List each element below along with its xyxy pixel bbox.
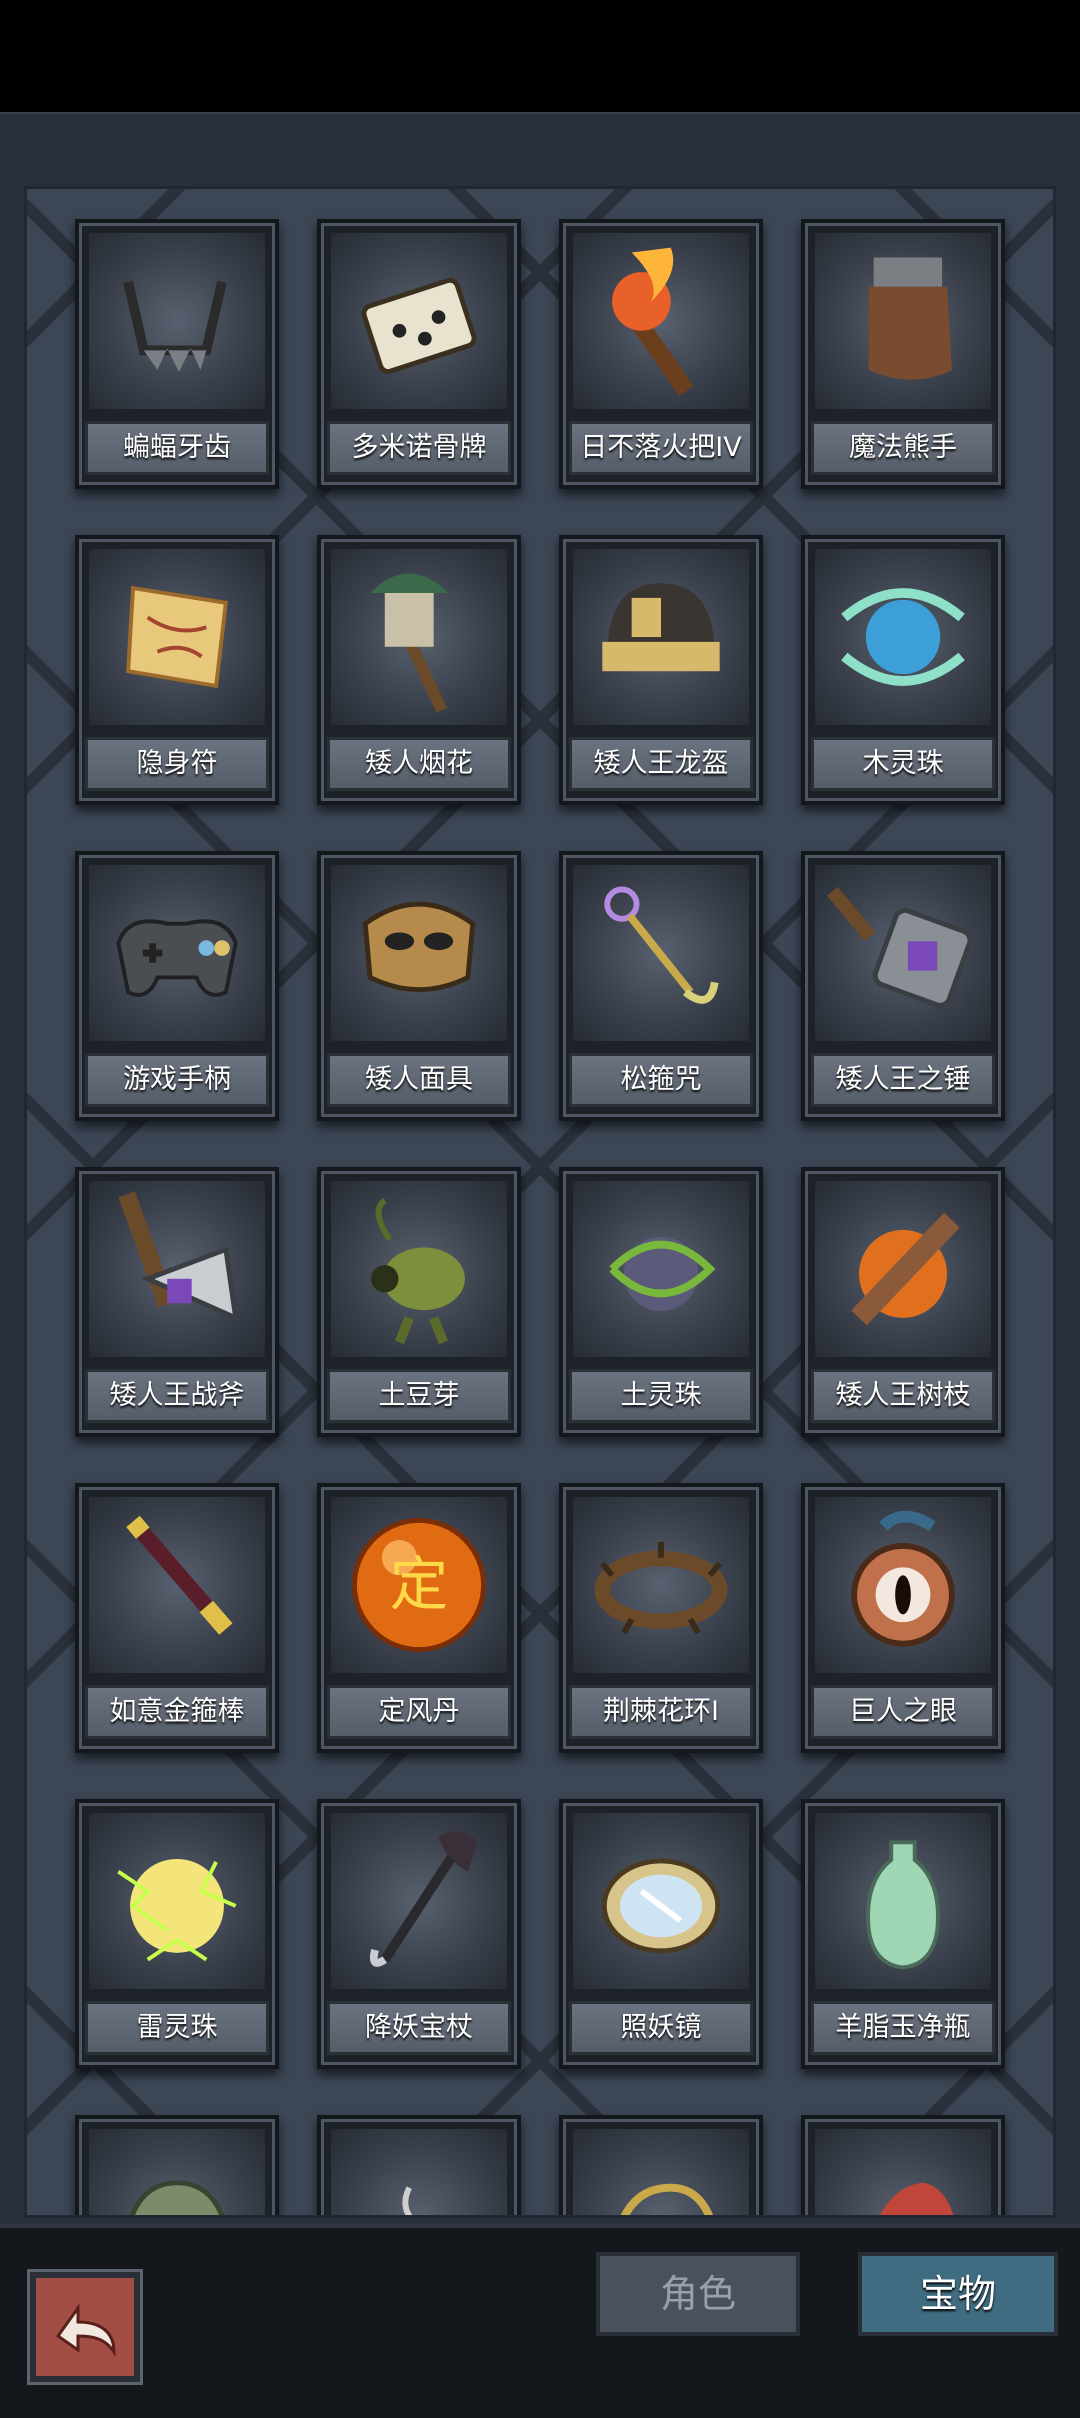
- gamepad-icon: [89, 865, 265, 1041]
- potato-sprout-icon: [331, 1181, 507, 1357]
- rope-icon: [573, 2129, 749, 2215]
- treasure-name: 土灵珠: [569, 1369, 753, 1423]
- mirror-icon: [573, 1813, 749, 1989]
- treasure-name: 降妖宝杖: [327, 2001, 511, 2055]
- treasure-card[interactable]: 矮人王树枝: [801, 1167, 1005, 1437]
- treasure-name: 雷灵珠: [85, 2001, 269, 2055]
- treasure-name: 多米诺骨牌: [327, 421, 511, 475]
- teacup-icon: [331, 2129, 507, 2215]
- treasure-card[interactable]: 土豆芽: [317, 1167, 521, 1437]
- mask-icon: [331, 865, 507, 1041]
- treasure-name: 矮人烟花: [327, 737, 511, 791]
- treasure-card[interactable]: 矮人烟花: [317, 535, 521, 805]
- treasure-name: 矮人王树枝: [811, 1369, 995, 1423]
- treasure-card[interactable]: 矮人王之锤: [801, 851, 1005, 1121]
- treasure-name: 荆棘花环I: [569, 1685, 753, 1739]
- battle-axe-icon: [89, 1181, 265, 1357]
- bear-paw-icon: [815, 233, 991, 409]
- treasure-card[interactable]: 蝙蝠牙齿: [75, 219, 279, 489]
- status-bar: [0, 0, 1080, 112]
- treasure-card[interactable]: 矮人王龙盔: [559, 535, 763, 805]
- treasure-card[interactable]: 矮人面具: [317, 851, 521, 1121]
- treasure-card[interactable]: 矮人王战斧: [75, 1167, 279, 1437]
- demon-staff-icon: [331, 1813, 507, 1989]
- treasure-card[interactable]: 雷灵珠: [75, 1799, 279, 2069]
- treasure-card[interactable]: [559, 2115, 763, 2215]
- golden-staff-icon: [89, 1497, 265, 1673]
- hammer-icon: [815, 865, 991, 1041]
- treasure-card[interactable]: 魔法熊手: [801, 219, 1005, 489]
- treasure-name: 羊脂玉净瓶: [811, 2001, 995, 2055]
- helmet-icon: [573, 549, 749, 725]
- treasure-card[interactable]: 荆棘花环I: [559, 1483, 763, 1753]
- thunder-orb-icon: [89, 1813, 265, 1989]
- bat-fang-icon: [89, 233, 265, 409]
- treasure-name: 土豆芽: [327, 1369, 511, 1423]
- treasure-card[interactable]: 松箍咒: [559, 851, 763, 1121]
- treasure-card[interactable]: 如意金箍棒: [75, 1483, 279, 1753]
- treasure-card[interactable]: 游戏手柄: [75, 851, 279, 1121]
- treasure-card[interactable]: [75, 2115, 279, 2215]
- treasure-name: 游戏手柄: [85, 1053, 269, 1107]
- treasure-name: 如意金箍棒: [85, 1685, 269, 1739]
- treasure-card[interactable]: 巨人之眼: [801, 1483, 1005, 1753]
- treasure-card[interactable]: 降妖宝杖: [317, 1799, 521, 2069]
- treasure-name: 蝙蝠牙齿: [85, 421, 269, 475]
- item-glyph: 定: [390, 1551, 449, 1619]
- treasure-name: 巨人之眼: [811, 1685, 995, 1739]
- giant-eye-icon: [815, 1497, 991, 1673]
- treasure-card[interactable]: [317, 2115, 521, 2215]
- treasure-card[interactable]: 土灵珠: [559, 1167, 763, 1437]
- treasure-name: 矮人王龙盔: [569, 737, 753, 791]
- firework-icon: [331, 549, 507, 725]
- treasure-card[interactable]: 定定风丹: [317, 1483, 521, 1753]
- jester-hat-icon: [815, 2129, 991, 2215]
- treasure-card[interactable]: 多米诺骨牌: [317, 219, 521, 489]
- wind-pill-icon: 定: [331, 1497, 507, 1673]
- tab-role[interactable]: 角色: [596, 2252, 800, 2336]
- treasure-card[interactable]: 隐身符: [75, 535, 279, 805]
- treasure-name: 照妖镜: [569, 2001, 753, 2055]
- treasure-name: 矮人王之锤: [811, 1053, 995, 1107]
- green-helmet-icon: [89, 2129, 265, 2215]
- treasure-name: 矮人面具: [327, 1053, 511, 1107]
- treasure-grid[interactable]: 蝙蝠牙齿 多米诺骨牌 日不落火把IV 魔法熊手 隐身符 矮人烟花 矮人王龙盔 木灵珠 游戏手柄矮…: [24, 186, 1056, 2218]
- branch-icon: [815, 1181, 991, 1357]
- treasure-name: 魔法熊手: [811, 421, 995, 475]
- wood-orb-icon: [815, 549, 991, 725]
- treasure-name: 日不落火把IV: [569, 421, 753, 475]
- domino-icon: [331, 233, 507, 409]
- jade-vase-icon: [815, 1813, 991, 1989]
- treasure-card[interactable]: [801, 2115, 1005, 2215]
- torch-icon: [573, 233, 749, 409]
- back-button[interactable]: [30, 2272, 140, 2382]
- treasure-name: 定风丹: [327, 1685, 511, 1739]
- treasure-card[interactable]: 日不落火把IV: [559, 219, 763, 489]
- treasure-card[interactable]: 羊脂玉净瓶: [801, 1799, 1005, 2069]
- treasure-card[interactable]: 照妖镜: [559, 1799, 763, 2069]
- invisibility-talisman-icon: [89, 549, 265, 725]
- treasure-card[interactable]: 木灵珠: [801, 535, 1005, 805]
- treasure-name: 松箍咒: [569, 1053, 753, 1107]
- earth-orb-icon: [573, 1181, 749, 1357]
- treasure-name: 矮人王战斧: [85, 1369, 269, 1423]
- treasure-name: 隐身符: [85, 737, 269, 791]
- tab-treasure[interactable]: 宝物: [858, 2252, 1058, 2336]
- thorn-wreath-icon: [573, 1497, 749, 1673]
- treasure-name: 木灵珠: [811, 737, 995, 791]
- back-arrow-icon: [55, 2303, 116, 2357]
- spell-wand-icon: [573, 865, 749, 1041]
